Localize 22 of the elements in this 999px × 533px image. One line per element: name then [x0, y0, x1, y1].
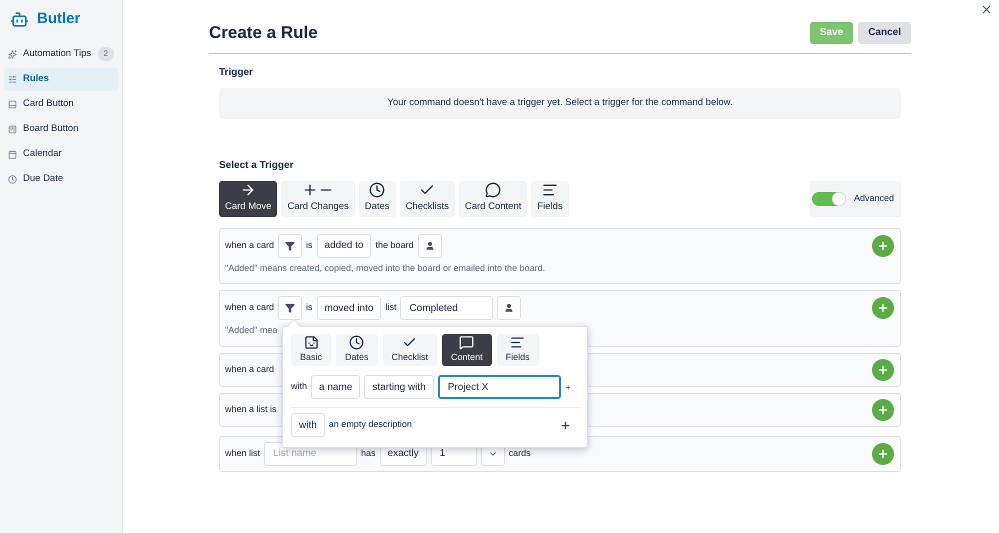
rule-text: with — [291, 380, 308, 394]
rule-text: has — [361, 446, 376, 460]
rule-text: list — [385, 301, 396, 314]
page-title: Create a Rule — [209, 22, 318, 44]
section-heading: Trigger — [219, 66, 254, 80]
rule-text: when a card — [225, 362, 274, 376]
section-heading: Select a Trigger — [219, 158, 294, 172]
rule-text: cards — [508, 446, 531, 460]
toggle-label: Advanced — [854, 192, 894, 205]
rule-note: "Added" mea — [225, 324, 278, 337]
rule-note: "Added" means created, copied, moved into the board or emailed into the board. — [225, 262, 546, 275]
rule-text: when list — [225, 446, 260, 460]
rule-text: an empty description — [328, 418, 412, 432]
rule-text: the board — [375, 238, 414, 252]
rule-text: is — [306, 301, 313, 314]
rule-text: when a card — [225, 238, 274, 252]
rule-text: when a card — [225, 301, 274, 314]
rule-text: is — [306, 238, 313, 252]
count-badge: 2 — [98, 47, 114, 61]
message-panel: Your command doesn't have a trigger yet. Select a trigger for the command below. — [219, 88, 901, 118]
rule-text: when a list is — [225, 402, 277, 416]
brand-name: Butler — [37, 9, 80, 29]
